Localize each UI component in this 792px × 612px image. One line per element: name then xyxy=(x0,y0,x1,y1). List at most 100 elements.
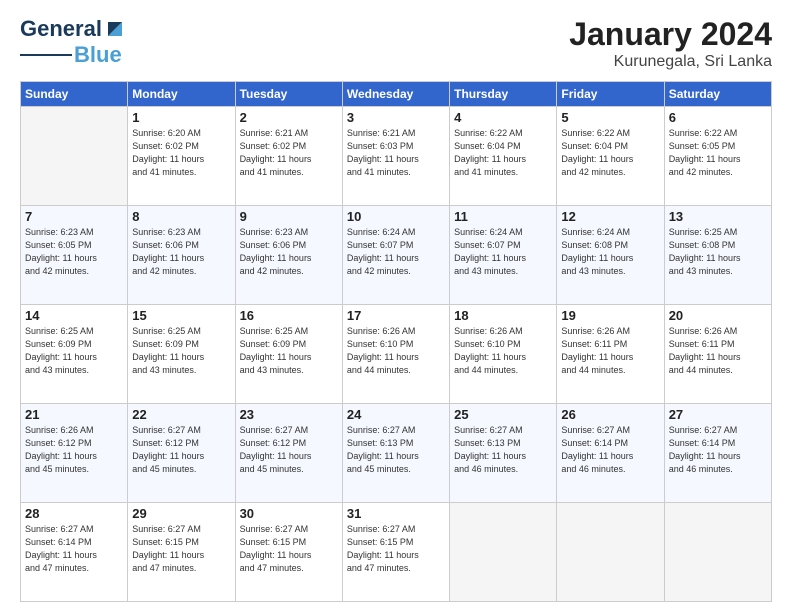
day-info: Sunrise: 6:25 AMSunset: 6:09 PMDaylight:… xyxy=(240,325,338,377)
day-number: 26 xyxy=(561,407,659,422)
day-info: Sunrise: 6:27 AMSunset: 6:12 PMDaylight:… xyxy=(240,424,338,476)
table-cell: 22 Sunrise: 6:27 AMSunset: 6:12 PMDayligh… xyxy=(128,404,235,503)
page: General Blue January 2024 Kurunegala, Sr… xyxy=(0,0,792,612)
day-info: Sunrise: 6:26 AMSunset: 6:12 PMDaylight:… xyxy=(25,424,123,476)
day-info: Sunrise: 6:24 AMSunset: 6:07 PMDaylight:… xyxy=(347,226,445,278)
day-number: 7 xyxy=(25,209,123,224)
logo: General Blue xyxy=(20,16,126,68)
logo-blue: Blue xyxy=(74,42,122,68)
day-info: Sunrise: 6:27 AMSunset: 6:13 PMDaylight:… xyxy=(454,424,552,476)
header: General Blue January 2024 Kurunegala, Sr… xyxy=(20,16,772,71)
week-row-3: 14 Sunrise: 6:25 AMSunset: 6:09 PMDayligh… xyxy=(21,305,772,404)
col-wednesday: Wednesday xyxy=(342,82,449,107)
day-number: 20 xyxy=(669,308,767,323)
col-tuesday: Tuesday xyxy=(235,82,342,107)
logo-line xyxy=(20,54,72,57)
table-cell: 6Sunrise: 6:22 AMSunset: 6:05 PMDaylight… xyxy=(664,107,771,206)
table-cell: 30 Sunrise: 6:27 AMSunset: 6:15 PMDayligh… xyxy=(235,503,342,602)
day-number: 24 xyxy=(347,407,445,422)
table-cell: 21 Sunrise: 6:26 AMSunset: 6:12 PMDayligh… xyxy=(21,404,128,503)
day-info: Sunrise: 6:25 AMSunset: 6:08 PMDaylight:… xyxy=(669,226,767,278)
day-number: 19 xyxy=(561,308,659,323)
day-number: 16 xyxy=(240,308,338,323)
table-cell: 9Sunrise: 6:23 AMSunset: 6:06 PMDaylight… xyxy=(235,206,342,305)
table-cell: 19Sunrise: 6:26 AMSunset: 6:11 PMDayligh… xyxy=(557,305,664,404)
day-info: Sunrise: 6:20 AMSunset: 6:02 PMDaylight:… xyxy=(132,127,230,179)
logo-general: General xyxy=(20,16,102,42)
week-row-4: 21 Sunrise: 6:26 AMSunset: 6:12 PMDayligh… xyxy=(21,404,772,503)
day-number: 21 xyxy=(25,407,123,422)
day-info: Sunrise: 6:21 AMSunset: 6:02 PMDaylight:… xyxy=(240,127,338,179)
table-cell: 18 Sunrise: 6:26 AMSunset: 6:10 PMDayligh… xyxy=(450,305,557,404)
day-info: Sunrise: 6:27 AMSunset: 6:15 PMDaylight:… xyxy=(132,523,230,575)
day-info: Sunrise: 6:26 AMSunset: 6:11 PMDaylight:… xyxy=(669,325,767,377)
week-row-5: 28 Sunrise: 6:27 AMSunset: 6:14 PMDayligh… xyxy=(21,503,772,602)
day-number: 22 xyxy=(132,407,230,422)
day-number: 29 xyxy=(132,506,230,521)
day-number: 12 xyxy=(561,209,659,224)
calendar-table: Sunday Monday Tuesday Wednesday Thursday… xyxy=(20,81,772,602)
day-number: 28 xyxy=(25,506,123,521)
col-sunday: Sunday xyxy=(21,82,128,107)
day-info: Sunrise: 6:27 AMSunset: 6:15 PMDaylight:… xyxy=(240,523,338,575)
col-monday: Monday xyxy=(128,82,235,107)
day-info: Sunrise: 6:26 AMSunset: 6:10 PMDaylight:… xyxy=(454,325,552,377)
header-row: Sunday Monday Tuesday Wednesday Thursday… xyxy=(21,82,772,107)
logo-icon xyxy=(104,18,126,40)
calendar-subtitle: Kurunegala, Sri Lanka xyxy=(569,53,772,71)
day-number: 14 xyxy=(25,308,123,323)
table-cell: 29 Sunrise: 6:27 AMSunset: 6:15 PMDayligh… xyxy=(128,503,235,602)
day-number: 25 xyxy=(454,407,552,422)
table-cell: 20 Sunrise: 6:26 AMSunset: 6:11 PMDayligh… xyxy=(664,305,771,404)
day-number: 18 xyxy=(454,308,552,323)
table-cell: 15 Sunrise: 6:25 AMSunset: 6:09 PMDayligh… xyxy=(128,305,235,404)
day-number: 3 xyxy=(347,110,445,125)
table-cell: 25 Sunrise: 6:27 AMSunset: 6:13 PMDayligh… xyxy=(450,404,557,503)
table-cell: 2Sunrise: 6:21 AMSunset: 6:02 PMDaylight… xyxy=(235,107,342,206)
col-friday: Friday xyxy=(557,82,664,107)
table-cell: 31Sunrise: 6:27 AMSunset: 6:15 PMDayligh… xyxy=(342,503,449,602)
table-cell xyxy=(450,503,557,602)
table-cell: 5 Sunrise: 6:22 AMSunset: 6:04 PMDaylight… xyxy=(557,107,664,206)
week-row-1: 1 Sunrise: 6:20 AMSunset: 6:02 PMDaylight… xyxy=(21,107,772,206)
day-number: 13 xyxy=(669,209,767,224)
table-cell: 14Sunrise: 6:25 AMSunset: 6:09 PMDayligh… xyxy=(21,305,128,404)
day-info: Sunrise: 6:27 AMSunset: 6:14 PMDaylight:… xyxy=(561,424,659,476)
day-info: Sunrise: 6:24 AMSunset: 6:08 PMDaylight:… xyxy=(561,226,659,278)
table-cell: 1 Sunrise: 6:20 AMSunset: 6:02 PMDaylight… xyxy=(128,107,235,206)
day-info: Sunrise: 6:25 AMSunset: 6:09 PMDaylight:… xyxy=(132,325,230,377)
calendar-title: January 2024 xyxy=(569,16,772,53)
table-cell: 10 Sunrise: 6:24 AMSunset: 6:07 PMDayligh… xyxy=(342,206,449,305)
day-info: Sunrise: 6:23 AMSunset: 6:06 PMDaylight:… xyxy=(132,226,230,278)
day-number: 15 xyxy=(132,308,230,323)
day-info: Sunrise: 6:27 AMSunset: 6:14 PMDaylight:… xyxy=(669,424,767,476)
table-cell: 16 Sunrise: 6:25 AMSunset: 6:09 PMDayligh… xyxy=(235,305,342,404)
title-block: January 2024 Kurunegala, Sri Lanka xyxy=(569,16,772,71)
table-cell: 12 Sunrise: 6:24 AMSunset: 6:08 PMDayligh… xyxy=(557,206,664,305)
table-cell: 26 Sunrise: 6:27 AMSunset: 6:14 PMDayligh… xyxy=(557,404,664,503)
day-info: Sunrise: 6:22 AMSunset: 6:04 PMDaylight:… xyxy=(561,127,659,179)
day-info: Sunrise: 6:24 AMSunset: 6:07 PMDaylight:… xyxy=(454,226,552,278)
day-info: Sunrise: 6:27 AMSunset: 6:12 PMDaylight:… xyxy=(132,424,230,476)
table-cell: 17Sunrise: 6:26 AMSunset: 6:10 PMDayligh… xyxy=(342,305,449,404)
day-info: Sunrise: 6:27 AMSunset: 6:14 PMDaylight:… xyxy=(25,523,123,575)
day-number: 30 xyxy=(240,506,338,521)
table-cell: 28 Sunrise: 6:27 AMSunset: 6:14 PMDayligh… xyxy=(21,503,128,602)
day-info: Sunrise: 6:27 AMSunset: 6:15 PMDaylight:… xyxy=(347,523,445,575)
table-cell xyxy=(21,107,128,206)
col-saturday: Saturday xyxy=(664,82,771,107)
day-number: 1 xyxy=(132,110,230,125)
table-cell: 13 Sunrise: 6:25 AMSunset: 6:08 PMDayligh… xyxy=(664,206,771,305)
table-cell: 27 Sunrise: 6:27 AMSunset: 6:14 PMDayligh… xyxy=(664,404,771,503)
table-cell: 7Sunrise: 6:23 AMSunset: 6:05 PMDaylight… xyxy=(21,206,128,305)
week-row-2: 7Sunrise: 6:23 AMSunset: 6:05 PMDaylight… xyxy=(21,206,772,305)
day-number: 27 xyxy=(669,407,767,422)
day-number: 10 xyxy=(347,209,445,224)
table-cell: 3Sunrise: 6:21 AMSunset: 6:03 PMDaylight… xyxy=(342,107,449,206)
day-number: 5 xyxy=(561,110,659,125)
day-info: Sunrise: 6:22 AMSunset: 6:04 PMDaylight:… xyxy=(454,127,552,179)
day-number: 17 xyxy=(347,308,445,323)
day-number: 4 xyxy=(454,110,552,125)
table-cell: 11Sunrise: 6:24 AMSunset: 6:07 PMDayligh… xyxy=(450,206,557,305)
table-cell xyxy=(664,503,771,602)
